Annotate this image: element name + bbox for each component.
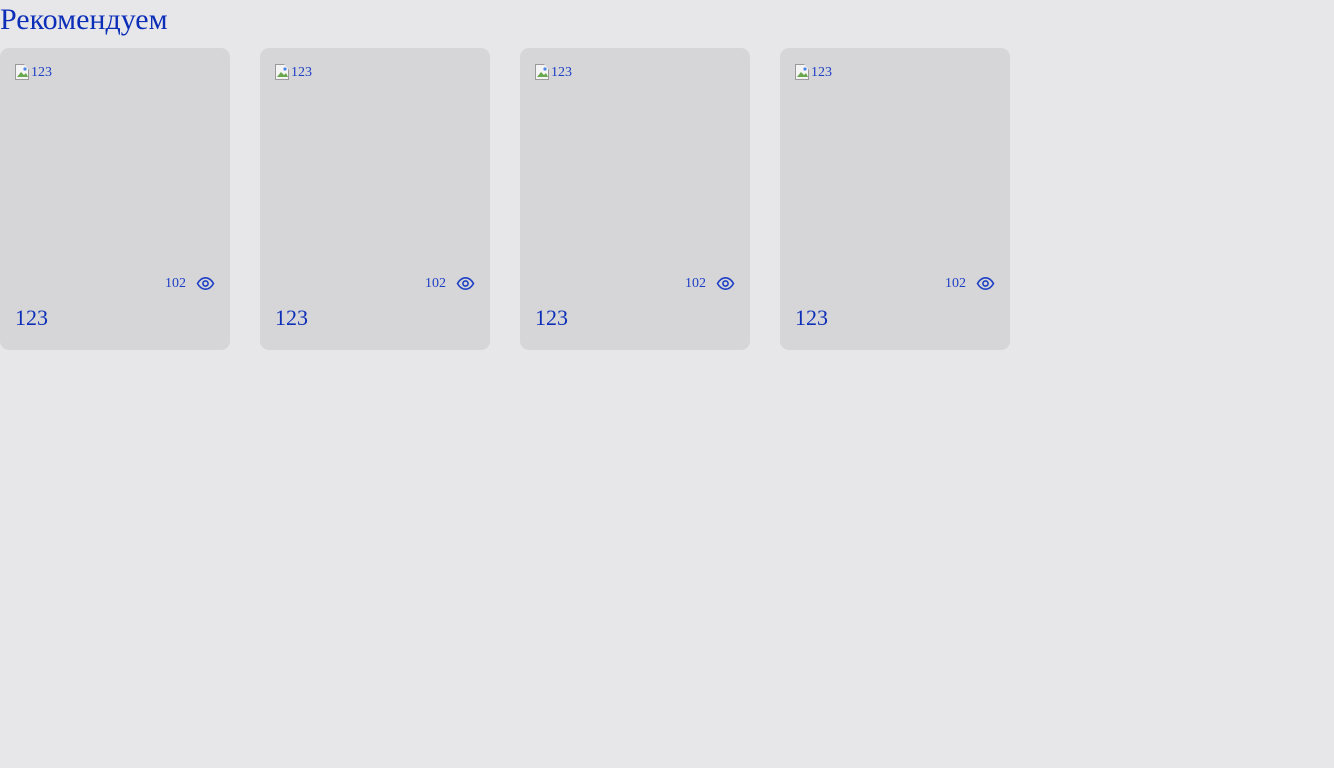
broken-image-icon [535, 64, 551, 80]
view-count: 102 [945, 275, 966, 291]
recommendation-card[interactable]: 123 102 123 [520, 48, 750, 350]
recommendations-list: 123 102 123 123 102 123 123 102 123 123 … [0, 48, 1010, 350]
eye-icon [196, 274, 215, 293]
eye-icon [716, 274, 735, 293]
card-title[interactable]: 123 [535, 303, 568, 333]
view-count: 102 [425, 275, 446, 291]
eye-icon [976, 274, 995, 293]
view-counter: 102 [425, 274, 475, 293]
card-image-alt-text: 123 [811, 65, 832, 80]
card-image[interactable]: 123 [795, 64, 832, 82]
card-image-alt-text: 123 [291, 65, 312, 80]
card-image-alt-text: 123 [31, 65, 52, 80]
eye-icon [456, 274, 475, 293]
recommendation-card[interactable]: 123 102 123 [780, 48, 1010, 350]
card-title[interactable]: 123 [795, 303, 828, 333]
recommendation-card[interactable]: 123 102 123 [0, 48, 230, 350]
broken-image-icon [795, 64, 811, 80]
recommendation-card[interactable]: 123 102 123 [260, 48, 490, 350]
section-title: Рекомендуем [0, 3, 168, 36]
card-title[interactable]: 123 [275, 303, 308, 333]
view-counter: 102 [685, 274, 735, 293]
card-image[interactable]: 123 [535, 64, 572, 82]
card-title[interactable]: 123 [15, 303, 48, 333]
view-count: 102 [685, 275, 706, 291]
view-counter: 102 [165, 274, 215, 293]
view-count: 102 [165, 275, 186, 291]
broken-image-icon [15, 64, 31, 80]
card-image[interactable]: 123 [275, 64, 312, 82]
card-image-alt-text: 123 [551, 65, 572, 80]
view-counter: 102 [945, 274, 995, 293]
broken-image-icon [275, 64, 291, 80]
card-image[interactable]: 123 [15, 64, 52, 82]
